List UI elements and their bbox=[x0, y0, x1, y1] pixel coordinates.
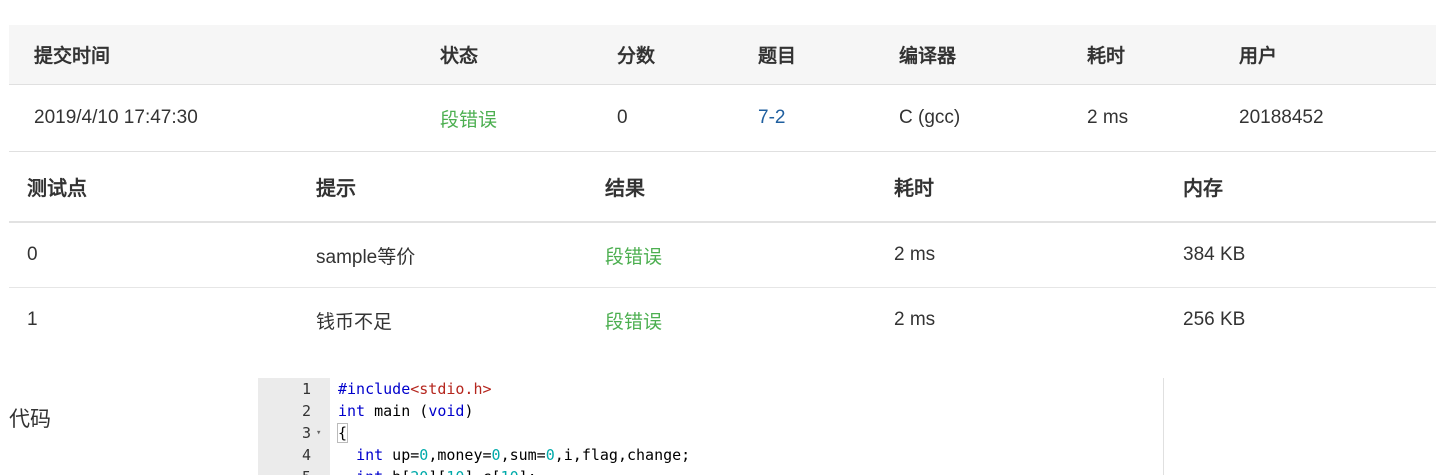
code-text: int up=0,money=0,sum=0,i,flag,change; bbox=[356, 446, 691, 464]
user-id: 20188452 bbox=[1239, 107, 1324, 128]
code-line: 4 int up=0,money=0,sum=0,i,flag,change; bbox=[258, 444, 1163, 466]
compiler: C (gcc) bbox=[899, 107, 961, 128]
header-testcase: 测试点 bbox=[27, 178, 87, 200]
code-editor[interactable]: 1 #include<stdio.h> 2 int main (void) 3 … bbox=[258, 378, 1164, 475]
testcase-time: 2 ms bbox=[894, 244, 936, 265]
header-time: 耗时 bbox=[894, 178, 934, 200]
code-text: int b[20][10],c[10]; bbox=[338, 466, 537, 475]
header-hint: 提示 bbox=[316, 178, 356, 200]
testcase-time: 2 ms bbox=[894, 309, 936, 330]
duration: 2 ms bbox=[1087, 107, 1129, 128]
testcase-memory: 384 KB bbox=[1183, 244, 1246, 265]
line-number: 1 bbox=[301, 380, 311, 398]
submission-header-row: 提交时间 状态 分数 题目 编译器 耗时 用户 bbox=[9, 25, 1436, 85]
header-result: 结果 bbox=[605, 178, 645, 200]
header-score: 分数 bbox=[617, 46, 656, 67]
problem-link[interactable]: 7-2 bbox=[758, 85, 785, 151]
header-compiler: 编译器 bbox=[899, 46, 957, 67]
code-line: 2 int main (void) bbox=[258, 400, 1163, 422]
code-text: #include<stdio.h> bbox=[338, 380, 492, 398]
code-line: 1 #include<stdio.h> bbox=[258, 378, 1163, 400]
code-line: 3 ▾ { bbox=[258, 422, 1163, 444]
header-memory: 内存 bbox=[1183, 178, 1223, 200]
testcase-result: 段错误 bbox=[605, 246, 663, 268]
table-row: 0 sample等价 段错误 2 ms 384 KB bbox=[9, 223, 1436, 288]
line-number: 3 bbox=[301, 424, 311, 442]
code-text: int main (void) bbox=[338, 402, 474, 420]
testcase-result: 段错误 bbox=[605, 311, 663, 333]
code-line: 5 int b[20][10],c[10]; bbox=[258, 466, 1163, 475]
header-user: 用户 bbox=[1239, 46, 1278, 67]
testcase-memory: 256 KB bbox=[1183, 309, 1246, 330]
line-number: 4 bbox=[301, 446, 311, 464]
testcase-id: 0 bbox=[27, 244, 38, 265]
header-submit-time: 提交时间 bbox=[34, 46, 111, 67]
submission-row: 2019/4/10 17:47:30 段错误 0 7-2 C (gcc) 2 m… bbox=[9, 85, 1436, 152]
testcase-table: 测试点 提示 结果 耗时 内存 0 sample等价 段错误 2 ms 384 … bbox=[9, 152, 1436, 352]
code-text: { bbox=[336, 423, 349, 443]
header-status: 状态 bbox=[440, 46, 479, 67]
code-lines: 1 #include<stdio.h> 2 int main (void) 3 … bbox=[258, 378, 1163, 475]
testcase-hint: 钱币不足 bbox=[316, 311, 393, 333]
header-duration: 耗时 bbox=[1087, 46, 1126, 67]
fold-arrow-icon[interactable]: ▾ bbox=[316, 422, 321, 444]
code-label: 代码 bbox=[9, 408, 51, 431]
line-number: 2 bbox=[301, 402, 311, 420]
testcase-hint: sample等价 bbox=[316, 246, 416, 268]
score: 0 bbox=[617, 107, 628, 128]
testcase-id: 1 bbox=[27, 309, 38, 330]
line-number: 5 bbox=[258, 466, 311, 475]
table-row: 1 钱币不足 段错误 2 ms 256 KB bbox=[9, 288, 1436, 352]
submit-time: 2019/4/10 17:47:30 bbox=[34, 107, 198, 128]
status-badge: 段错误 bbox=[440, 109, 498, 131]
header-problem: 题目 bbox=[758, 46, 797, 67]
testcase-header-row: 测试点 提示 结果 耗时 内存 bbox=[9, 152, 1436, 223]
submission-table: 提交时间 状态 分数 题目 编译器 耗时 用户 2019/4/10 17:47:… bbox=[9, 25, 1436, 152]
